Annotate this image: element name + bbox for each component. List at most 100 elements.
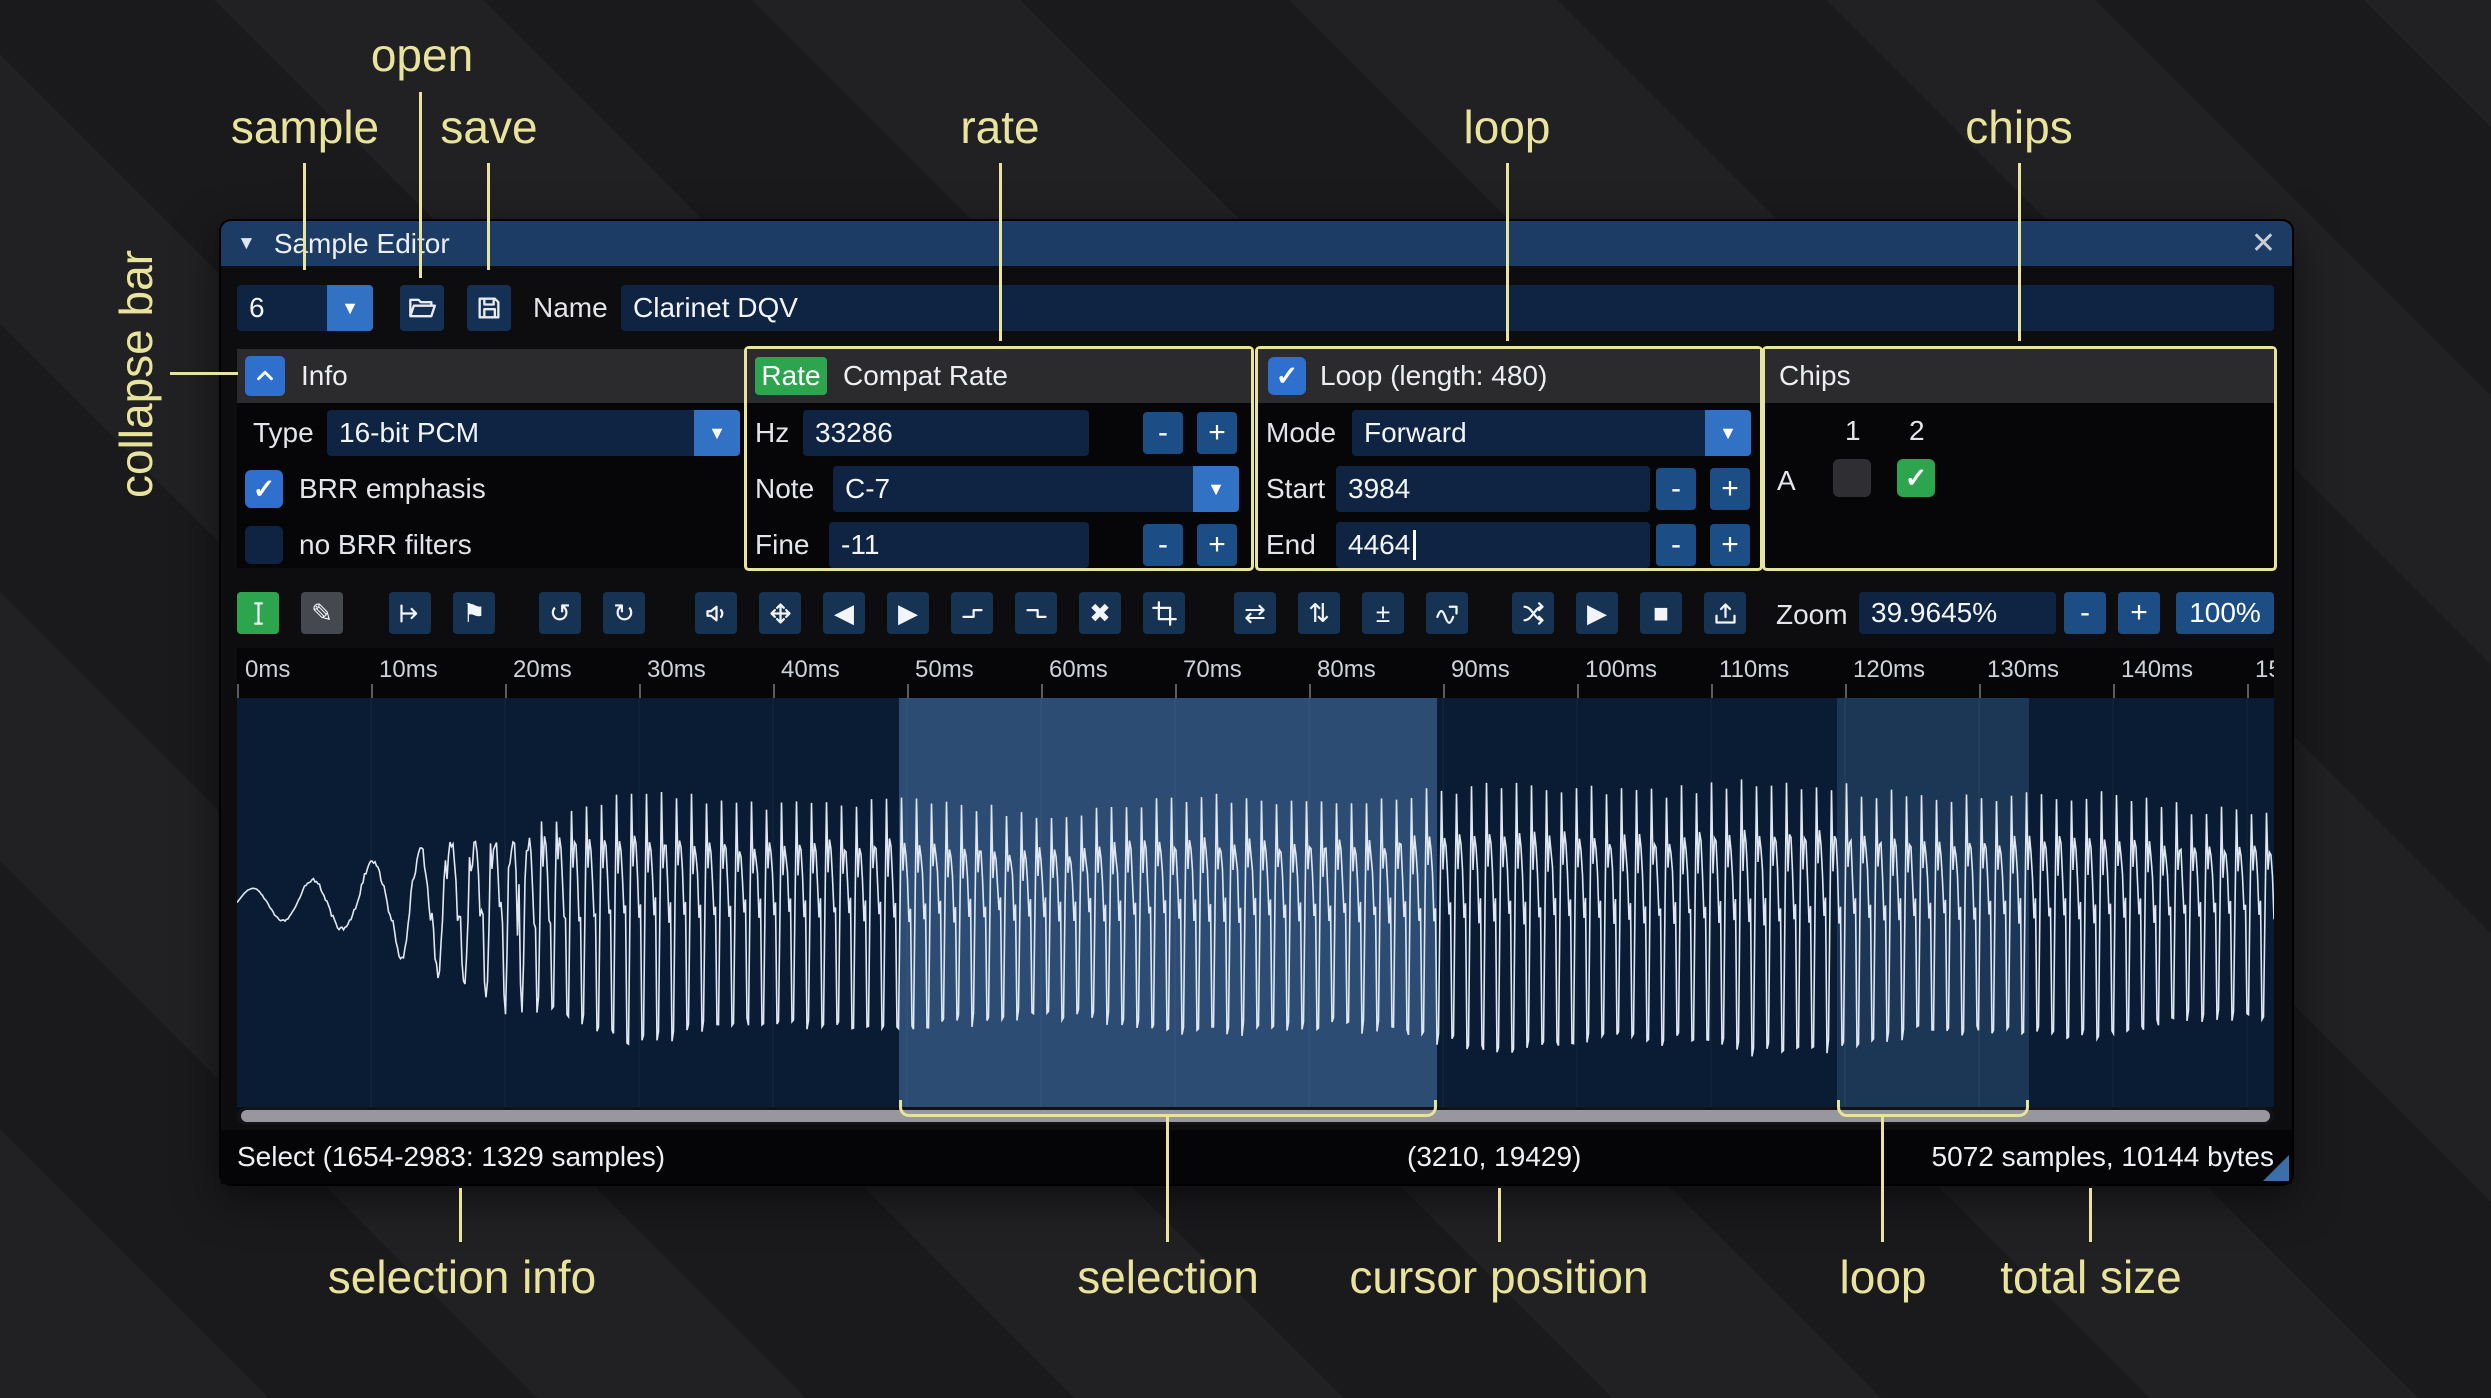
note-value: C-7 bbox=[845, 473, 891, 504]
normalize-button[interactable] bbox=[759, 592, 801, 634]
chevron-down-icon[interactable]: ▼ bbox=[327, 285, 373, 331]
waveform-display[interactable] bbox=[237, 698, 2274, 1107]
apply-silence-button[interactable] bbox=[1015, 592, 1057, 634]
chip-1-checkbox[interactable] bbox=[1833, 459, 1871, 497]
ruler-label: 70ms bbox=[1183, 656, 1242, 683]
name-input[interactable]: Clarinet DQV bbox=[621, 285, 2274, 331]
save-sample-button[interactable] bbox=[467, 285, 511, 331]
ruler-label: 120ms bbox=[1853, 656, 1926, 683]
ruler-label: 10ms bbox=[379, 656, 438, 683]
open-sample-button[interactable] bbox=[400, 285, 444, 331]
filter-icon bbox=[1435, 605, 1458, 624]
loop-enable-checkbox[interactable] bbox=[1268, 357, 1306, 395]
annotation-selection-info: selection info bbox=[327, 1251, 597, 1303]
hz-increment-button[interactable]: + bbox=[1197, 412, 1237, 454]
loop-end-increment-button[interactable]: + bbox=[1710, 524, 1750, 566]
chip-2-checkbox[interactable] bbox=[1897, 459, 1935, 497]
rate-badge[interactable]: Rate bbox=[755, 357, 827, 395]
filter-button[interactable] bbox=[1426, 592, 1468, 634]
loop-end-input[interactable]: 4464 bbox=[1336, 522, 1650, 568]
ruler-label: 20ms bbox=[513, 656, 572, 683]
insert-silence-button[interactable] bbox=[951, 592, 993, 634]
preview-button[interactable]: ▶ bbox=[1576, 592, 1618, 634]
amplify-button[interactable] bbox=[695, 592, 737, 634]
loop-region[interactable] bbox=[1837, 698, 2029, 1107]
amplify-icon bbox=[705, 605, 723, 621]
fine-increment-button[interactable]: + bbox=[1197, 524, 1237, 566]
resize-grip[interactable] bbox=[2263, 1155, 2289, 1181]
ruler-label: 40ms bbox=[781, 656, 840, 683]
timeline-ruler[interactable]: 0ms 10ms 20ms 30ms 40ms 50ms 60ms 70ms 80ms 90ms 1… bbox=[237, 648, 2274, 698]
resize-button[interactable] bbox=[389, 592, 431, 634]
hz-decrement-button[interactable]: - bbox=[1143, 412, 1183, 454]
note-selector[interactable]: C-7 ▼ bbox=[833, 466, 1239, 512]
resize-icon bbox=[399, 604, 417, 622]
zoom-reset-button[interactable]: 100% bbox=[2176, 592, 2274, 634]
selection-region[interactable] bbox=[899, 698, 1437, 1107]
hz-input[interactable]: 33286 bbox=[803, 410, 1089, 456]
sign-icon: ± bbox=[1375, 598, 1391, 628]
annotation-line-save bbox=[487, 163, 490, 270]
name-label: Name bbox=[533, 292, 608, 323]
ruler-tick bbox=[1041, 684, 1043, 698]
reverse-button[interactable]: ⇄ bbox=[1234, 592, 1276, 634]
window-collapse-icon[interactable]: ▼ bbox=[237, 233, 256, 255]
brr-emphasis-label: BRR emphasis bbox=[299, 473, 486, 504]
loop-mode-selector[interactable]: Forward ▼ bbox=[1352, 410, 1751, 456]
redo-icon: ↻ bbox=[613, 598, 635, 628]
loop-panel: Loop (length: 480) Mode Forward ▼ Start … bbox=[1258, 349, 1760, 568]
undo-button[interactable]: ↺ bbox=[539, 592, 581, 634]
loop-start-input[interactable]: 3984 bbox=[1336, 466, 1650, 512]
loop-start-value: 3984 bbox=[1348, 473, 1411, 504]
brr-emphasis-checkbox[interactable] bbox=[245, 470, 283, 508]
zoom-out-button[interactable]: - bbox=[2064, 592, 2106, 634]
ruler-label: 150ms bbox=[2255, 656, 2274, 683]
chevron-down-icon[interactable]: ▼ bbox=[694, 410, 740, 456]
resample-button[interactable]: ⚑ bbox=[453, 592, 495, 634]
zoom-input[interactable]: 39.9645% bbox=[1859, 592, 2056, 634]
invert-button[interactable]: ⇅ bbox=[1298, 592, 1340, 634]
ruler-tick bbox=[237, 684, 239, 698]
ruler-tick bbox=[2113, 684, 2115, 698]
fade-out-button[interactable]: ▶ bbox=[887, 592, 929, 634]
stop-preview-button[interactable]: ■ bbox=[1640, 592, 1682, 634]
type-value: 16-bit PCM bbox=[339, 417, 480, 448]
fine-input[interactable]: -11 bbox=[829, 522, 1089, 568]
chip-row-label: A bbox=[1777, 465, 1796, 496]
redo-button[interactable]: ↻ bbox=[603, 592, 645, 634]
ruler-tick bbox=[907, 684, 909, 698]
zoom-in-button[interactable]: + bbox=[2118, 592, 2160, 634]
fine-decrement-button[interactable]: - bbox=[1143, 524, 1183, 566]
loop-start-label: Start bbox=[1266, 473, 1326, 504]
ruler-tick bbox=[2247, 684, 2249, 698]
chevron-down-icon[interactable]: ▼ bbox=[1705, 410, 1751, 456]
ruler-label: 80ms bbox=[1317, 656, 1376, 683]
create-instrument-button[interactable] bbox=[1704, 592, 1746, 634]
annotation-open: open bbox=[370, 29, 474, 81]
sign-button[interactable]: ± bbox=[1362, 592, 1404, 634]
trim-button[interactable] bbox=[1143, 592, 1185, 634]
chips-panel-header: Chips bbox=[1765, 349, 2274, 403]
loop-mode-label: Mode bbox=[1266, 417, 1337, 448]
collapse-info-button[interactable] bbox=[245, 356, 285, 396]
sample-selector[interactable]: 6 ▼ bbox=[237, 285, 373, 331]
info-panel: Info Type 16-bit PCM ▼ BRR emphasis no B… bbox=[237, 349, 747, 568]
draw-button[interactable]: ✎ bbox=[301, 592, 343, 634]
window-titlebar[interactable]: ▼ Sample Editor ✕ bbox=[221, 221, 2292, 266]
ruler-label: 90ms bbox=[1451, 656, 1510, 683]
fade-in-button[interactable]: ◀ bbox=[823, 592, 865, 634]
select-button[interactable] bbox=[237, 592, 279, 634]
loop-end-decrement-button[interactable]: - bbox=[1656, 524, 1696, 566]
delete-button[interactable]: ✖ bbox=[1079, 592, 1121, 634]
no-brr-filters-checkbox[interactable] bbox=[245, 526, 283, 564]
close-icon[interactable]: ✕ bbox=[2251, 221, 2276, 266]
save-floppy-icon bbox=[478, 297, 500, 319]
chevron-down-icon[interactable]: ▼ bbox=[1193, 466, 1239, 512]
loop-header-label: Loop (length: 480) bbox=[1320, 360, 1548, 391]
annotation-loop: loop bbox=[1463, 101, 1551, 153]
loop-start-decrement-button[interactable]: - bbox=[1656, 468, 1696, 510]
crossfade-button[interactable] bbox=[1512, 592, 1554, 634]
insert-silence-icon bbox=[961, 608, 983, 618]
type-selector[interactable]: 16-bit PCM ▼ bbox=[327, 410, 740, 456]
loop-start-increment-button[interactable]: + bbox=[1710, 468, 1750, 510]
